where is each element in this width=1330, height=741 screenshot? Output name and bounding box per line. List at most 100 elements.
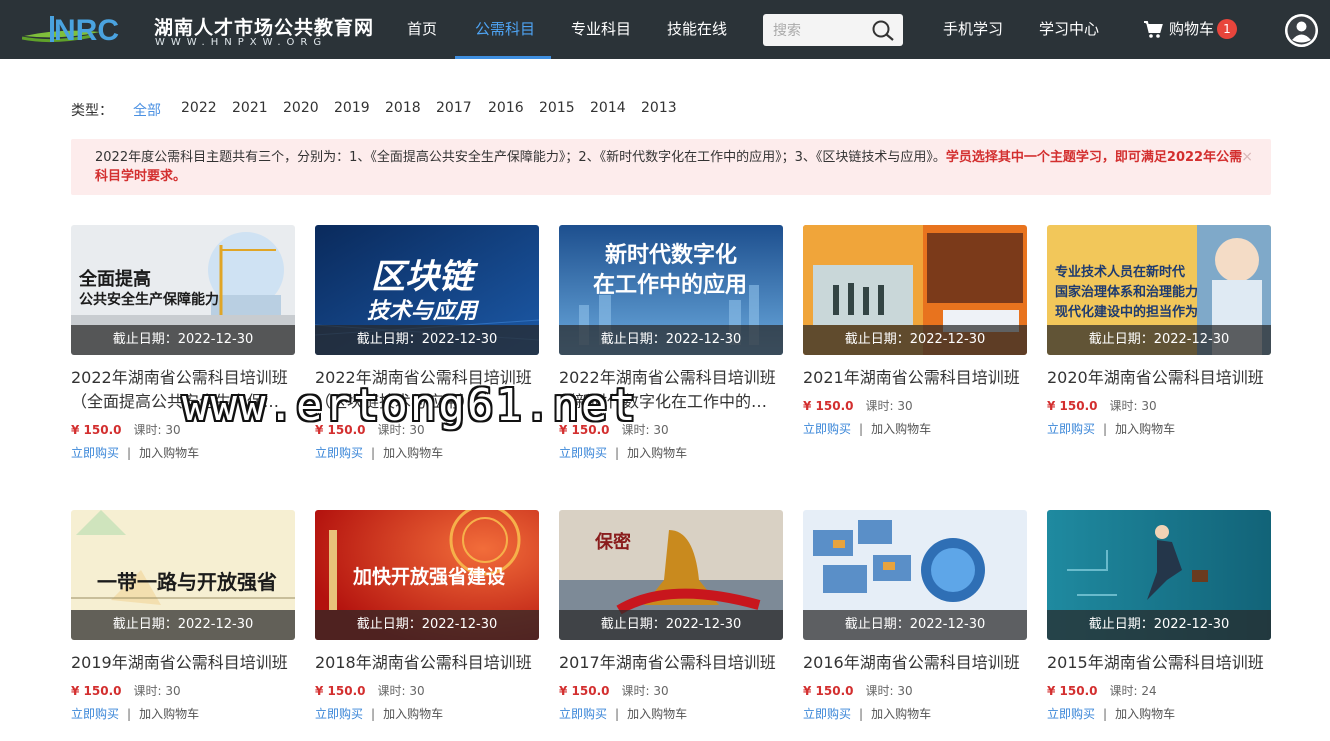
search-input[interactable] [763, 14, 868, 46]
filter-2017[interactable]: 2017 [436, 100, 472, 116]
filter-2020[interactable]: 2020 [283, 100, 319, 116]
buy-now-link[interactable]: 立即购买 [1047, 707, 1095, 721]
thumb-line: 加快开放强省建设 [353, 566, 506, 588]
buy-now-link[interactable]: 立即购买 [315, 707, 363, 721]
course-title[interactable]: 2022年湖南省公需科目培训班 （新时代数字化在工作中的应用） [559, 366, 783, 414]
nav-mobile-learning[interactable]: 手机学习 [943, 0, 1003, 59]
buy-now-link[interactable]: 立即购买 [803, 707, 851, 721]
course-card[interactable]: 保密 截止日期：2022-12-30 2017年湖南省公需科目培训班 ¥ 150… [559, 510, 783, 741]
course-thumbnail[interactable]: 一带一路与开放强省 截止日期：2022-12-30 [71, 510, 295, 640]
course-title-line1: 2022年湖南省公需科目培训班 [559, 368, 776, 387]
course-card[interactable]: 截止日期：2022-12-30 2016年湖南省公需科目培训班 ¥ 150.0 课… [803, 510, 1027, 741]
search-box [763, 14, 903, 46]
course-card[interactable]: 截止日期：2022-12-30 2021年湖南省公需科目培训班 ¥ 150.0 课… [803, 225, 1027, 475]
nav-study-center[interactable]: 学习中心 [1039, 0, 1099, 59]
course-hours: 课时: 30 [865, 684, 913, 698]
course-title[interactable]: 2022年湖南省公需科目培训班 （全面提高公共安全生产保障能力） [71, 366, 295, 414]
buy-now-link[interactable]: 立即购买 [71, 446, 119, 460]
course-thumbnail[interactable]: 保密 截止日期：2022-12-30 [559, 510, 783, 640]
deadline-bar: 截止日期：2022-12-30 [803, 610, 1027, 640]
deadline-bar: 截止日期：2022-12-30 [315, 610, 539, 640]
course-title[interactable]: 2020年湖南省公需科目培训班 [1047, 366, 1271, 390]
course-actions: 立即购买 | 加入购物车 [803, 705, 931, 723]
course-thumbnail[interactable]: 加快开放强省建设 截止日期：2022-12-30 [315, 510, 539, 640]
thumb-line: 公共安全生产保障能力 [79, 292, 219, 308]
course-thumbnail[interactable]: 截止日期：2022-12-30 [803, 510, 1027, 640]
course-title[interactable]: 2015年湖南省公需科目培训班 [1047, 651, 1271, 675]
cart-count-badge: 1 [1217, 19, 1237, 39]
course-title[interactable]: 2017年湖南省公需科目培训班 [559, 651, 783, 675]
buy-now-link[interactable]: 立即购买 [559, 707, 607, 721]
filter-all[interactable]: 全部 [133, 100, 161, 120]
add-to-cart-link[interactable]: 加入购物车 [383, 446, 443, 460]
deadline-bar: 截止日期：2022-12-30 [803, 325, 1027, 355]
nav-public-subjects[interactable]: 公需科目 [475, 0, 535, 59]
add-to-cart-link[interactable]: 加入购物车 [871, 422, 931, 436]
add-to-cart-link[interactable]: 加入购物车 [871, 707, 931, 721]
deadline-bar: 截止日期：2022-12-30 [315, 325, 539, 355]
site-logo[interactable]: NRC 湖南人才市场公共教育网 WWW.HNPXW.ORG [22, 10, 373, 50]
filter-2022[interactable]: 2022 [181, 100, 217, 116]
add-to-cart-link[interactable]: 加入购物车 [1115, 707, 1175, 721]
course-meta: ¥ 150.0 课时: 30 [803, 682, 913, 700]
course-actions: 立即购买 | 加入购物车 [1047, 420, 1175, 438]
course-thumbnail[interactable]: 截止日期：2022-12-30 [803, 225, 1027, 355]
notice-close-icon[interactable]: × [1241, 148, 1253, 167]
course-card[interactable]: 一带一路与开放强省 截止日期：2022-12-30 2019年湖南省公需科目培训… [71, 510, 295, 741]
course-card[interactable]: 区块链 技术与应用 截止日期：2022-12-30 2022年湖南省公需科目培训… [315, 225, 539, 475]
filter-2021[interactable]: 2021 [232, 100, 268, 116]
course-card[interactable]: 专业技术人员在新时代 国家治理体系和治理能力 现代化建设中的担当作为 截止日期：… [1047, 225, 1271, 475]
course-thumbnail[interactable]: 新时代数字化 在工作中的应用 截止日期：2022-12-30 [559, 225, 783, 355]
add-to-cart-link[interactable]: 加入购物车 [139, 446, 199, 460]
filter-2015[interactable]: 2015 [539, 100, 575, 116]
course-card[interactable]: 新时代数字化 在工作中的应用 截止日期：2022-12-30 2022年湖南省公… [559, 225, 783, 475]
course-price: ¥ 150.0 [315, 423, 366, 437]
filter-2014[interactable]: 2014 [590, 100, 626, 116]
course-card[interactable]: 截止日期：2022-12-30 2015年湖南省公需科目培训班 ¥ 150.0 课… [1047, 510, 1271, 741]
deadline-bar: 截止日期：2022-12-30 [71, 325, 295, 355]
nav-professional-subjects[interactable]: 专业科目 [571, 0, 631, 59]
course-price: ¥ 150.0 [803, 684, 854, 698]
nav-home[interactable]: 首页 [407, 0, 437, 59]
filter-2019[interactable]: 2019 [334, 100, 370, 116]
filter-2013[interactable]: 2013 [641, 100, 677, 116]
course-actions: 立即购买 | 加入购物车 [71, 705, 199, 723]
add-to-cart-link[interactable]: 加入购物车 [139, 707, 199, 721]
course-thumbnail[interactable]: 截止日期：2022-12-30 [1047, 510, 1271, 640]
buy-now-link[interactable]: 立即购买 [71, 707, 119, 721]
course-thumbnail[interactable]: 区块链 技术与应用 截止日期：2022-12-30 [315, 225, 539, 355]
course-title[interactable]: 2018年湖南省公需科目培训班 [315, 651, 539, 675]
course-thumbnail[interactable]: 全面提高 公共安全生产保障能力 截止日期：2022-12-30 [71, 225, 295, 355]
add-to-cart-link[interactable]: 加入购物车 [627, 446, 687, 460]
filter-label: 类型： [71, 103, 113, 119]
deadline-bar: 截止日期：2022-12-30 [71, 610, 295, 640]
course-thumbnail[interactable]: 专业技术人员在新时代 国家治理体系和治理能力 现代化建设中的担当作为 截止日期：… [1047, 225, 1271, 355]
add-to-cart-link[interactable]: 加入购物车 [627, 707, 687, 721]
course-card[interactable]: 加快开放强省建设 截止日期：2022-12-30 2018年湖南省公需科目培训班… [315, 510, 539, 741]
add-to-cart-link[interactable]: 加入购物车 [1115, 422, 1175, 436]
nav-skills-online[interactable]: 技能在线 [667, 0, 727, 59]
course-title[interactable]: 2019年湖南省公需科目培训班 [71, 651, 295, 675]
user-avatar[interactable] [1285, 14, 1318, 47]
buy-now-link[interactable]: 立即购买 [1047, 422, 1095, 436]
course-title[interactable]: 2016年湖南省公需科目培训班 [803, 651, 1027, 675]
course-actions: 立即购买 | 加入购物车 [803, 420, 931, 438]
top-header: NRC 湖南人才市场公共教育网 WWW.HNPXW.ORG 首页 公需科目 专业… [0, 0, 1330, 59]
course-hours: 课时: 30 [865, 399, 913, 413]
course-title[interactable]: 2021年湖南省公需科目培训班 [803, 366, 1027, 390]
deadline-bar: 截止日期：2022-12-30 [1047, 325, 1271, 355]
filter-2018[interactable]: 2018 [385, 100, 421, 116]
buy-now-link[interactable]: 立即购买 [559, 446, 607, 460]
course-title[interactable]: 2022年湖南省公需科目培训班 （区块链技术与应用） [315, 366, 539, 414]
add-to-cart-link[interactable]: 加入购物车 [383, 707, 443, 721]
course-hours: 课时: 30 [1109, 399, 1157, 413]
search-icon[interactable] [871, 19, 895, 41]
course-card[interactable]: 全面提高 公共安全生产保障能力 截止日期：2022-12-30 2022年湖南省… [71, 225, 295, 475]
buy-now-link[interactable]: 立即购买 [315, 446, 363, 460]
thumb-line: 区块链 [371, 257, 473, 297]
thumb-line: 技术与应用 [367, 299, 478, 324]
course-hours: 课时: 30 [133, 684, 181, 698]
thumb-line: 一带一路与开放强省 [97, 570, 277, 594]
buy-now-link[interactable]: 立即购买 [803, 422, 851, 436]
filter-2016[interactable]: 2016 [488, 100, 524, 116]
